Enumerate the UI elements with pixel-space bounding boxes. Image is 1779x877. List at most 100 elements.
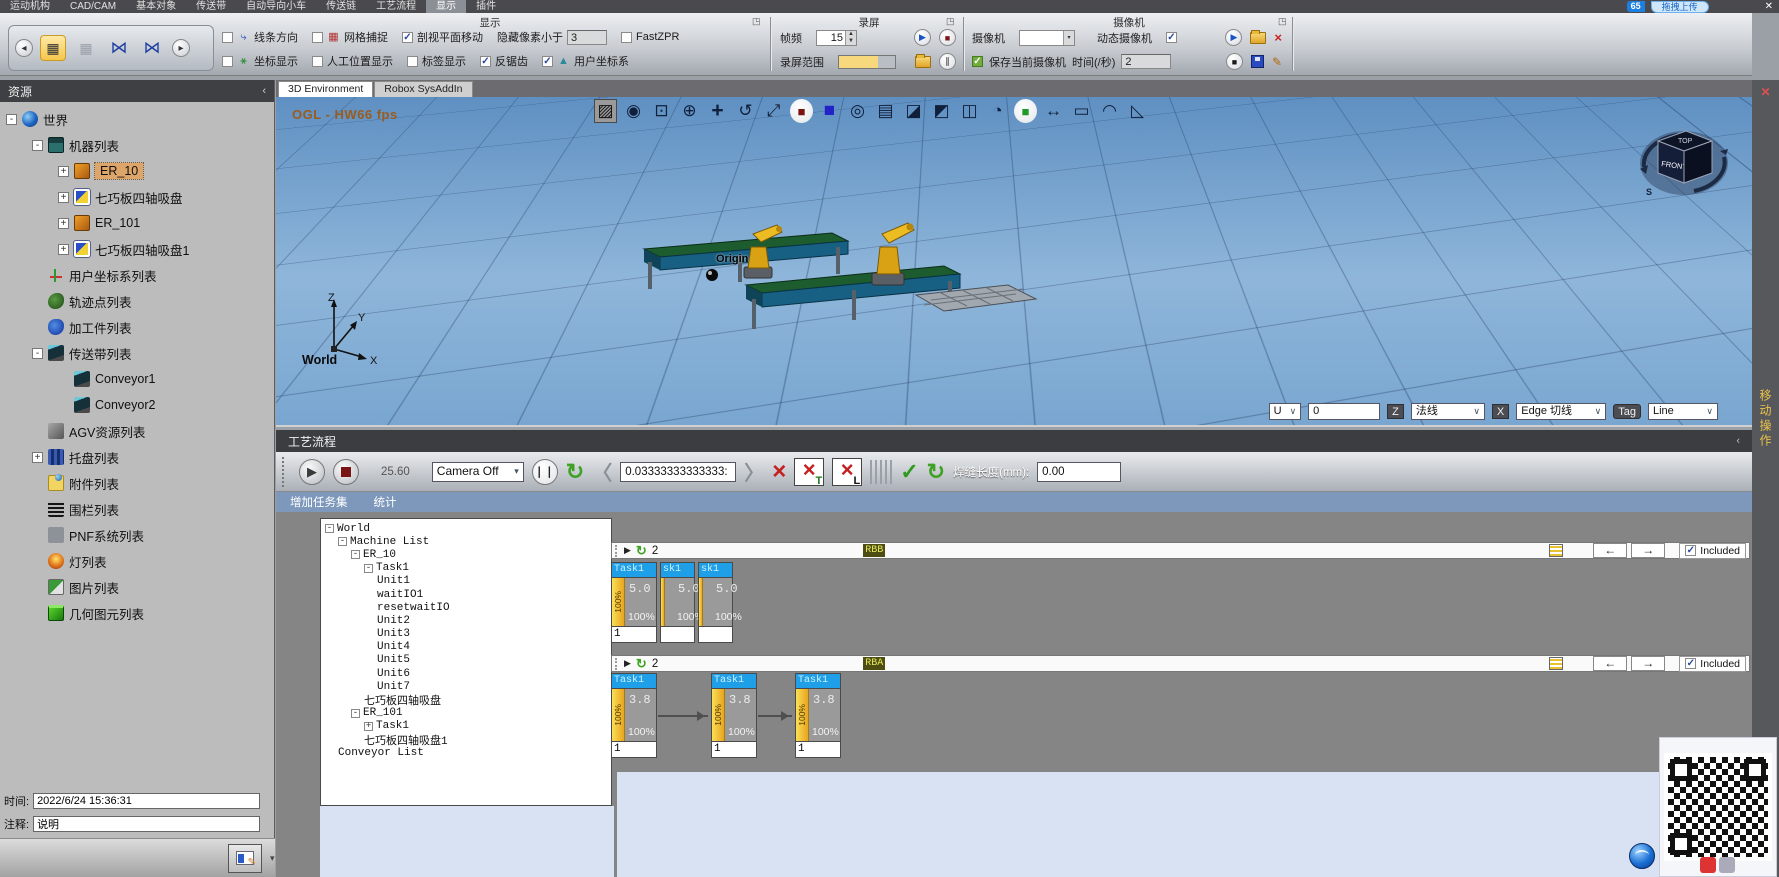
move-left-button[interactable]: ←	[1593, 656, 1627, 671]
task-block[interactable]: sk15.0100%	[660, 562, 695, 643]
task-block[interactable]: Task1100%3.8100%1	[611, 673, 657, 758]
sidebar-collapse-icon[interactable]: ‹	[262, 85, 266, 97]
process-tree-item-Unit4[interactable]: Unit4	[321, 641, 611, 654]
collapse-icon[interactable]: -	[351, 550, 360, 559]
clip-plane-1-icon[interactable]: ◪	[902, 99, 925, 123]
task-list-icon[interactable]	[1549, 544, 1563, 557]
confirm-check-icon[interactable]: ✓	[900, 459, 918, 485]
group-refresh-icon[interactable]: ↻	[636, 656, 647, 672]
checkbox-反锯齿[interactable]: ✓	[480, 56, 491, 67]
included-checkbox[interactable]: ✓	[1685, 658, 1696, 669]
sidebar-item-图片列表[interactable]: 图片列表	[0, 574, 274, 600]
camera-group-expand-icon[interactable]: ◳	[1278, 16, 1287, 27]
record-range-color-picker[interactable]	[838, 55, 896, 69]
checkbox-人工位置显示[interactable]	[312, 56, 323, 67]
task-count-input[interactable]: 1	[796, 741, 840, 757]
group-refresh-icon[interactable]: ↻	[636, 543, 647, 559]
task-count-input[interactable]	[699, 626, 732, 642]
zoom-window-icon[interactable]: ⊡	[650, 99, 673, 123]
green-record-icon[interactable]: ■	[1014, 99, 1037, 123]
menu-tab-显示[interactable]: 显示	[426, 0, 466, 13]
sidebar-item-ER_10[interactable]: +ER_10	[0, 158, 274, 184]
camera-select[interactable]: ▾	[1019, 30, 1075, 46]
tab-3d-environment[interactable]: 3D Environment	[278, 81, 373, 97]
layout-tiles-button-2[interactable]: ▦	[73, 35, 99, 61]
rotate-icon[interactable]: ↺	[734, 99, 757, 123]
task-list-icon[interactable]	[1549, 657, 1563, 670]
fps-spinner[interactable]: 15▲▼	[816, 30, 857, 46]
contact-edit-button[interactable]	[228, 844, 262, 873]
sidebar-item-围栏列表[interactable]: 围栏列表	[0, 496, 274, 522]
option-value-input[interactable]: 3	[567, 30, 607, 45]
refresh-button-2[interactable]: ↻	[927, 462, 945, 482]
checkbox-FastZPR[interactable]	[621, 32, 632, 43]
step-back-icon[interactable]: 〈	[592, 457, 612, 486]
menu-tab-传送链[interactable]: 传送链	[316, 0, 366, 13]
sidebar-item-PNF系统列表[interactable]: PNF系统列表	[0, 522, 274, 548]
target-icon[interactable]: ◎	[846, 99, 869, 123]
collapse-icon[interactable]: -	[351, 709, 360, 718]
simulate-play-button[interactable]: ▶	[299, 459, 325, 485]
camera-folder-icon[interactable]	[1250, 32, 1266, 44]
clip-plane-2-icon[interactable]: ◩	[930, 99, 953, 123]
sidebar-item-灯列表[interactable]: 灯列表	[0, 548, 274, 574]
nav-next-button[interactable]: ▸	[172, 39, 190, 57]
line-select[interactable]: Line∨	[1648, 403, 1718, 420]
delete-icon[interactable]: ×	[772, 461, 786, 483]
save-icon[interactable]	[1251, 55, 1264, 68]
collapse-icon[interactable]: -	[6, 114, 17, 125]
clip-plane-3-icon[interactable]: ◫	[958, 99, 981, 123]
group-play-icon[interactable]: ▶	[624, 545, 631, 556]
process-tree-item-Machine List[interactable]: -Machine List	[321, 535, 611, 548]
process-collapse-icon[interactable]: ‹	[1736, 435, 1740, 447]
drag-handle[interactable]	[282, 457, 287, 487]
zoom-icon[interactable]: ⊕	[678, 99, 701, 123]
display-group-expand-icon[interactable]: ◳	[752, 16, 761, 27]
sidebar-item-托盘列表[interactable]: +托盘列表	[0, 444, 274, 470]
camera-stop-button[interactable]: ■	[1226, 53, 1243, 70]
task-block[interactable]: Task1100%3.8100%1	[795, 673, 841, 758]
upload-pill-button[interactable]: 拖拽上传	[1651, 1, 1709, 13]
checkbox-用户坐标系[interactable]: ✓	[542, 56, 553, 67]
checkbox-剖视平面移动[interactable]: ✓	[402, 32, 413, 43]
camera-play-button[interactable]: ▶	[1225, 29, 1242, 46]
dynamic-camera-checkbox[interactable]: ✓	[1166, 32, 1177, 43]
process-tree-item-resetwaitIO[interactable]: resetwaitIO	[321, 601, 611, 614]
mirror-view-icon-2[interactable]: ⋈	[139, 35, 165, 61]
collapse-icon[interactable]: -	[32, 140, 43, 151]
expand-icon[interactable]: +	[58, 192, 69, 203]
sidebar-item-Conveyor2[interactable]: Conveyor2	[0, 392, 274, 418]
process-tree-item-七巧板四轴吸盘1[interactable]: 七巧板四轴吸盘1	[321, 733, 611, 746]
step-time-input[interactable]: 0.03333333333333:	[620, 462, 736, 482]
expand-icon[interactable]: +	[364, 722, 373, 731]
sidebar-item-机器列表[interactable]: -机器列表	[0, 132, 274, 158]
camera-time-input[interactable]: 2	[1121, 54, 1171, 69]
checkbox-标签显示[interactable]	[407, 56, 418, 67]
task-block[interactable]: Task1100%5.0100%1	[611, 562, 657, 643]
clip-box-icon[interactable]: ▤	[874, 99, 897, 123]
included-toggle[interactable]: ✓Included	[1679, 656, 1746, 672]
checkbox-网格捕捉[interactable]	[312, 32, 323, 43]
record-stop-button[interactable]: ■	[939, 29, 956, 46]
process-tree-item-Conveyor List[interactable]: Conveyor List	[321, 746, 611, 759]
included-toggle[interactable]: ✓Included	[1679, 543, 1746, 559]
sidebar-item-世界[interactable]: -世界	[0, 106, 274, 132]
simulate-stop-button[interactable]	[333, 459, 359, 485]
sidebar-item-附件列表[interactable]: 附件列表	[0, 470, 274, 496]
delete-task-button[interactable]: ×T	[794, 458, 824, 486]
process-tree-item-Unit2[interactable]: Unit2	[321, 614, 611, 627]
wire-box-icon[interactable]: ▭	[1070, 99, 1093, 123]
menu-tab-CAD/CAM[interactable]: CAD/CAM	[60, 0, 126, 13]
camera-delete-icon[interactable]: ×	[1274, 30, 1282, 45]
collapse-icon[interactable]: -	[325, 524, 334, 533]
pause-button[interactable]: ❘❘	[532, 459, 558, 485]
record-pause-button[interactable]: ∥	[939, 53, 956, 70]
navigation-cube[interactable]: TOP FRONT S	[1628, 111, 1738, 206]
fit-icon[interactable]: ⤢	[762, 99, 785, 123]
nav-prev-button[interactable]: ◂	[15, 39, 33, 57]
process-tree-item-Unit6[interactable]: Unit6	[321, 667, 611, 680]
orbit-icon[interactable]: ◉	[622, 99, 645, 123]
included-checkbox[interactable]: ✓	[1685, 545, 1696, 556]
u-select[interactable]: U∨	[1269, 403, 1302, 420]
expand-icon[interactable]: +	[32, 452, 43, 463]
